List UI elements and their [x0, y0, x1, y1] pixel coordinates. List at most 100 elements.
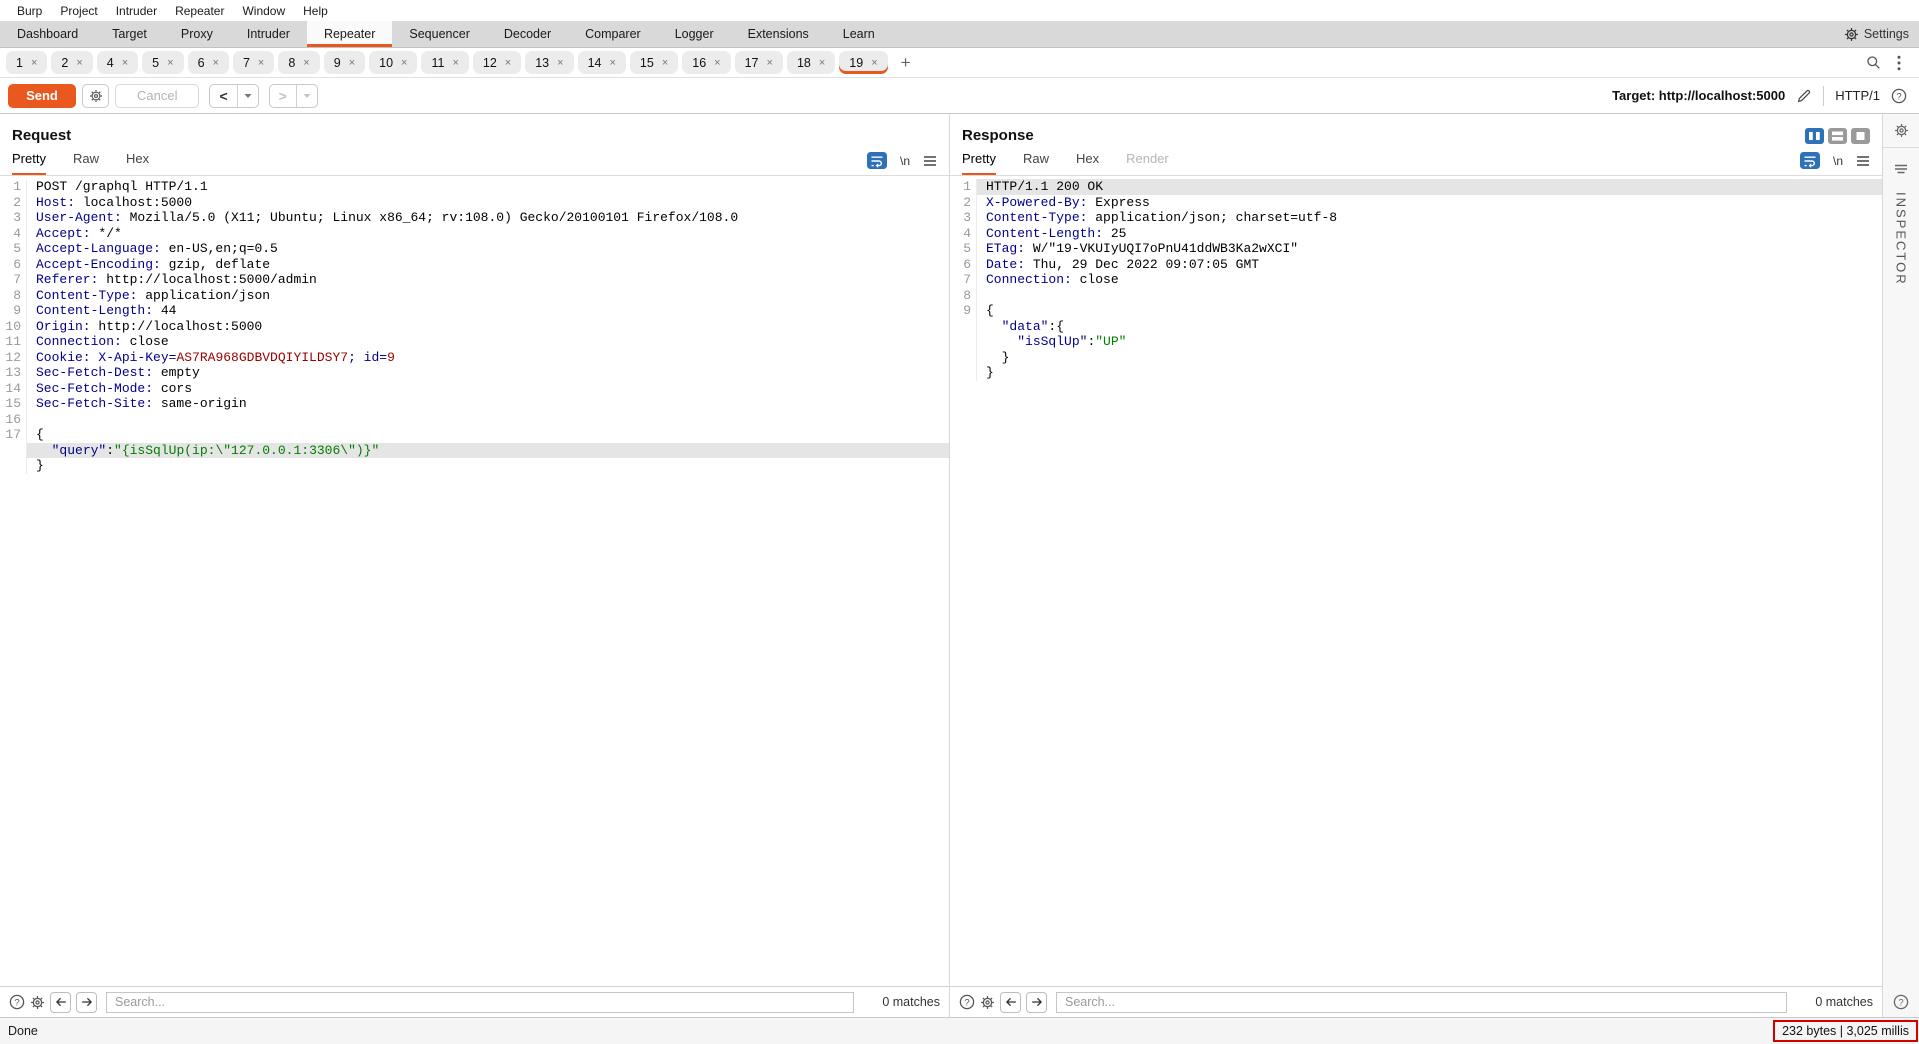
- code-line[interactable]: 12Cookie: X-Api-Key=AS7RA968GDBVDQIYILDS…: [0, 350, 949, 366]
- request-search-input[interactable]: [106, 992, 854, 1013]
- prev-response-button[interactable]: <: [210, 85, 236, 107]
- repeater-tab-14[interactable]: 14×: [578, 51, 626, 74]
- new-tab-button[interactable]: +: [890, 53, 922, 73]
- code-line[interactable]: 5ETag: W/"19-VKUIyUQI7oPnU41ddWB3Ka2wXCI…: [950, 241, 1882, 257]
- tab-raw[interactable]: Raw: [1023, 151, 1049, 175]
- close-tab-icon[interactable]: ×: [557, 57, 563, 69]
- search-settings-icon[interactable]: [980, 995, 995, 1010]
- code-line[interactable]: 4Accept: */*: [0, 226, 949, 242]
- editor-menu-icon[interactable]: [923, 155, 937, 167]
- more-options-icon[interactable]: [1897, 55, 1901, 71]
- menu-item-repeater[interactable]: Repeater: [166, 4, 233, 18]
- tab-repeater[interactable]: Repeater: [307, 21, 392, 47]
- tab-logger[interactable]: Logger: [658, 21, 731, 47]
- tab-comparer[interactable]: Comparer: [568, 21, 658, 47]
- inspector-label[interactable]: INSPECTOR: [1894, 192, 1909, 286]
- prev-match-button[interactable]: [1000, 992, 1021, 1013]
- request-editor[interactable]: 1POST /graphql HTTP/1.12Host: localhost:…: [0, 176, 949, 986]
- close-tab-icon[interactable]: ×: [303, 57, 309, 69]
- prev-response-dropdown[interactable]: [237, 85, 258, 107]
- repeater-tab-8[interactable]: 8×: [278, 51, 319, 74]
- editor-menu-icon[interactable]: [1856, 155, 1870, 167]
- code-line[interactable]: "isSqlUp":"UP": [950, 334, 1882, 350]
- tab-hex[interactable]: Hex: [126, 151, 149, 175]
- close-tab-icon[interactable]: ×: [213, 57, 219, 69]
- code-line[interactable]: 9{: [950, 303, 1882, 319]
- close-tab-icon[interactable]: ×: [452, 57, 458, 69]
- repeater-tab-17[interactable]: 17×: [735, 51, 783, 74]
- repeater-tab-9[interactable]: 9×: [324, 51, 365, 74]
- help-icon[interactable]: [1891, 88, 1907, 104]
- repeater-tab-2[interactable]: 2×: [51, 51, 92, 74]
- close-tab-icon[interactable]: ×: [258, 57, 264, 69]
- repeater-tab-6[interactable]: 6×: [188, 51, 229, 74]
- code-line[interactable]: 9Content-Length: 44: [0, 303, 949, 319]
- code-line[interactable]: 1HTTP/1.1 200 OK: [950, 179, 1882, 195]
- repeater-tab-16[interactable]: 16×: [682, 51, 730, 74]
- close-tab-icon[interactable]: ×: [714, 57, 720, 69]
- menu-item-intruder[interactable]: Intruder: [107, 4, 166, 18]
- prev-match-button[interactable]: [50, 992, 71, 1013]
- close-tab-icon[interactable]: ×: [505, 57, 511, 69]
- tab-decoder[interactable]: Decoder: [487, 21, 568, 47]
- code-line[interactable]: 4Content-Length: 25: [950, 226, 1882, 242]
- repeater-tab-7[interactable]: 7×: [233, 51, 274, 74]
- code-line[interactable]: 16: [0, 412, 949, 428]
- repeater-tab-4[interactable]: 4×: [97, 51, 138, 74]
- code-line[interactable]: }: [950, 365, 1882, 381]
- repeater-tab-11[interactable]: 11×: [421, 51, 468, 74]
- layout-rows-icon[interactable]: [1828, 128, 1847, 144]
- menu-item-project[interactable]: Project: [51, 4, 106, 18]
- code-line[interactable]: }: [0, 458, 949, 474]
- code-line[interactable]: }: [950, 350, 1882, 366]
- code-line[interactable]: 15Sec-Fetch-Site: same-origin: [0, 396, 949, 412]
- code-line[interactable]: 3Content-Type: application/json; charset…: [950, 210, 1882, 226]
- close-tab-icon[interactable]: ×: [401, 57, 407, 69]
- tab-hex[interactable]: Hex: [1076, 151, 1099, 175]
- tab-target[interactable]: Target: [95, 21, 164, 47]
- tab-sequencer[interactable]: Sequencer: [392, 21, 486, 47]
- repeater-tab-19[interactable]: 19×: [839, 51, 887, 74]
- repeater-tab-5[interactable]: 5×: [142, 51, 183, 74]
- search-help-icon[interactable]: [959, 994, 975, 1010]
- send-settings-button[interactable]: [82, 84, 109, 108]
- code-line[interactable]: 2X-Powered-By: Express: [950, 195, 1882, 211]
- inspector-settings-icon[interactable]: [1883, 123, 1919, 148]
- code-line[interactable]: "query":"{isSqlUp(ip:\"127.0.0.1:3306\")…: [0, 443, 949, 459]
- repeater-tab-12[interactable]: 12×: [473, 51, 521, 74]
- repeater-tab-18[interactable]: 18×: [787, 51, 835, 74]
- code-line[interactable]: 11Connection: close: [0, 334, 949, 350]
- tab-dashboard[interactable]: Dashboard: [0, 21, 95, 47]
- tab-intruder[interactable]: Intruder: [230, 21, 307, 47]
- tab-render[interactable]: Render: [1126, 151, 1169, 175]
- code-line[interactable]: 1POST /graphql HTTP/1.1: [0, 179, 949, 195]
- menu-item-burp[interactable]: Burp: [8, 4, 51, 18]
- tab-extensions[interactable]: Extensions: [731, 21, 826, 47]
- response-search-input[interactable]: [1056, 992, 1787, 1013]
- close-tab-icon[interactable]: ×: [167, 57, 173, 69]
- inspector-collapse-icon[interactable]: [1894, 163, 1908, 175]
- code-line[interactable]: 8: [950, 288, 1882, 304]
- close-tab-icon[interactable]: ×: [122, 57, 128, 69]
- search-help-icon[interactable]: [9, 994, 25, 1010]
- tab-raw[interactable]: Raw: [73, 151, 99, 175]
- code-line[interactable]: 6Accept-Encoding: gzip, deflate: [0, 257, 949, 273]
- code-line[interactable]: 2Host: localhost:5000: [0, 195, 949, 211]
- code-line[interactable]: "data":{: [950, 319, 1882, 335]
- cancel-button[interactable]: Cancel: [115, 84, 199, 108]
- tab-learn[interactable]: Learn: [826, 21, 892, 47]
- show-newlines-icon[interactable]: \n: [900, 154, 910, 168]
- search-settings-icon[interactable]: [30, 995, 45, 1010]
- code-line[interactable]: 3User-Agent: Mozilla/5.0 (X11; Ubuntu; L…: [0, 210, 949, 226]
- word-wrap-icon[interactable]: [867, 152, 887, 169]
- repeater-tab-13[interactable]: 13×: [525, 51, 573, 74]
- next-match-button[interactable]: [76, 992, 97, 1013]
- close-tab-icon[interactable]: ×: [31, 57, 37, 69]
- layout-single-icon[interactable]: [1851, 128, 1870, 144]
- close-tab-icon[interactable]: ×: [871, 57, 877, 69]
- close-tab-icon[interactable]: ×: [662, 57, 668, 69]
- code-line[interactable]: 13Sec-Fetch-Dest: empty: [0, 365, 949, 381]
- tab-proxy[interactable]: Proxy: [164, 21, 230, 47]
- next-match-button[interactable]: [1026, 992, 1047, 1013]
- code-line[interactable]: 7Referer: http://localhost:5000/admin: [0, 272, 949, 288]
